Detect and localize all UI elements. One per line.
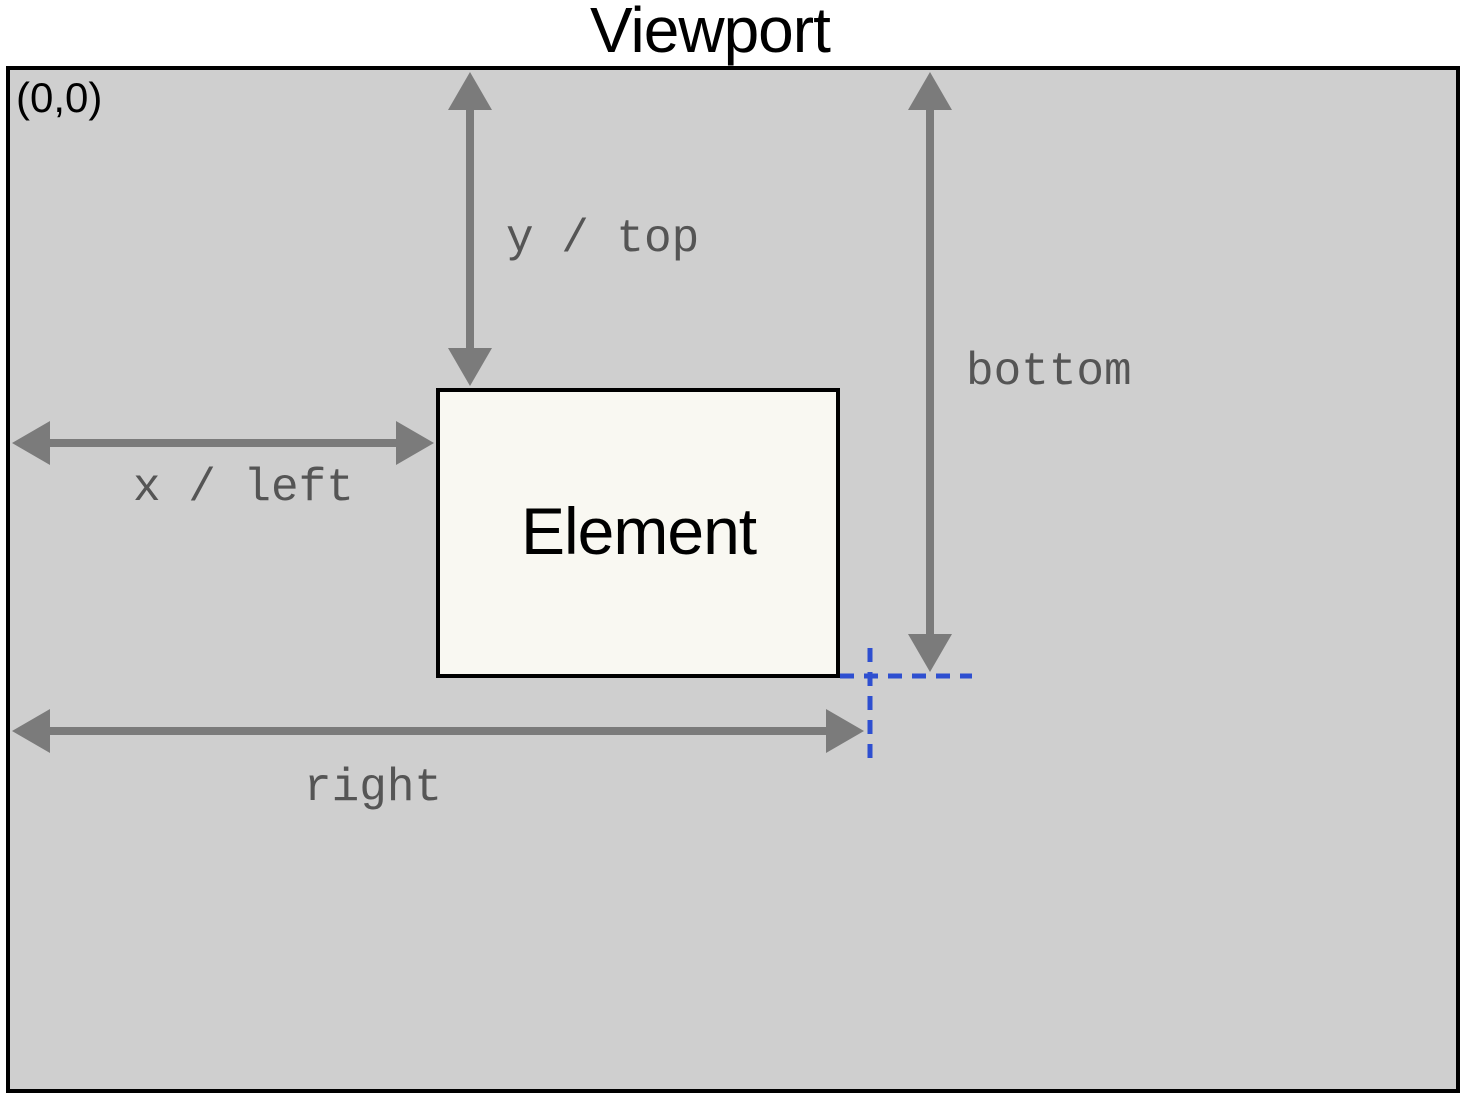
label-bottom: bottom [966, 346, 1132, 398]
origin-label: (0,0) [16, 74, 102, 122]
label-y-top: y / top [506, 213, 699, 265]
label-x-left: x / left [133, 462, 354, 514]
element-label: Element [521, 493, 756, 569]
label-right: right [304, 762, 442, 814]
diagram-stage: Viewport (0,0) y / top x / left bottom r… [0, 0, 1466, 1099]
viewport-title: Viewport [590, 0, 830, 67]
